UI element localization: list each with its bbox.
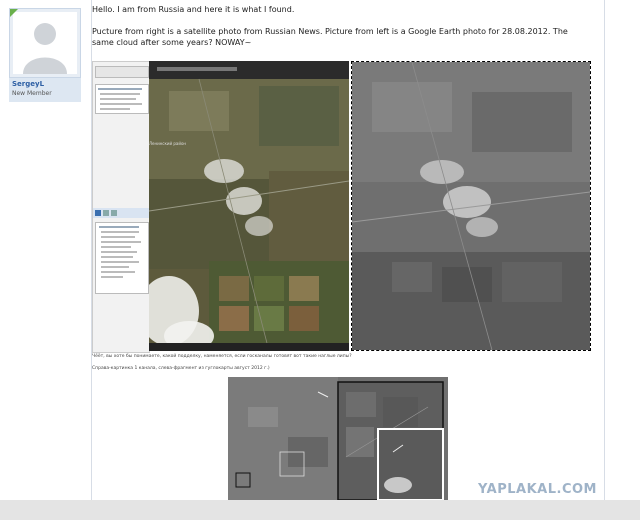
user-rank: New Member: [12, 90, 52, 97]
image-caption-2: Справа-картинка 1 канала, слева-фрагмент…: [92, 366, 270, 371]
user-info: SergeyL New Member: [9, 78, 81, 102]
avatar-placeholder: [13, 12, 77, 74]
forum-page: SergeyL New Member Hello. I am from Russ…: [0, 0, 640, 501]
default-avatar-icon: [13, 12, 77, 74]
satellite-grey-image: [351, 61, 591, 351]
satellite-color-image: [139, 61, 350, 352]
news-satellite-image: [351, 61, 591, 351]
avatar[interactable]: [9, 8, 81, 78]
google-earth-sidebar: [92, 61, 150, 353]
post-right-border: [604, 0, 605, 500]
site-watermark: YAPLAKAL.COM: [478, 482, 597, 497]
composite-satellite-image: [228, 377, 448, 501]
post-body: Hello. I am from Russia and here it is w…: [92, 0, 592, 501]
sidebar-layers-list[interactable]: [95, 222, 149, 294]
sidebar-layers-tabs[interactable]: [93, 208, 149, 218]
post-text-line2: Pucture from right is a satellite photo …: [92, 27, 568, 47]
online-ribbon-icon: [10, 9, 18, 17]
google-earth-map-image: Ленинский район: [139, 61, 350, 352]
satellite-comparison-image: [228, 377, 448, 501]
map-district-label: Ленинский район: [149, 141, 187, 146]
user-panel: SergeyL New Member: [0, 0, 86, 500]
username-link[interactable]: SergeyL: [12, 80, 44, 88]
sidebar-search-box[interactable]: [95, 66, 149, 78]
post-text-line1: Hello. I am from Russia and here it is w…: [92, 5, 295, 14]
sidebar-places-list[interactable]: [95, 84, 149, 114]
page-footer-bar: [0, 500, 640, 520]
image-caption-1: Чёёт, вы хоте бы понимаете, какой поддел…: [92, 354, 352, 359]
